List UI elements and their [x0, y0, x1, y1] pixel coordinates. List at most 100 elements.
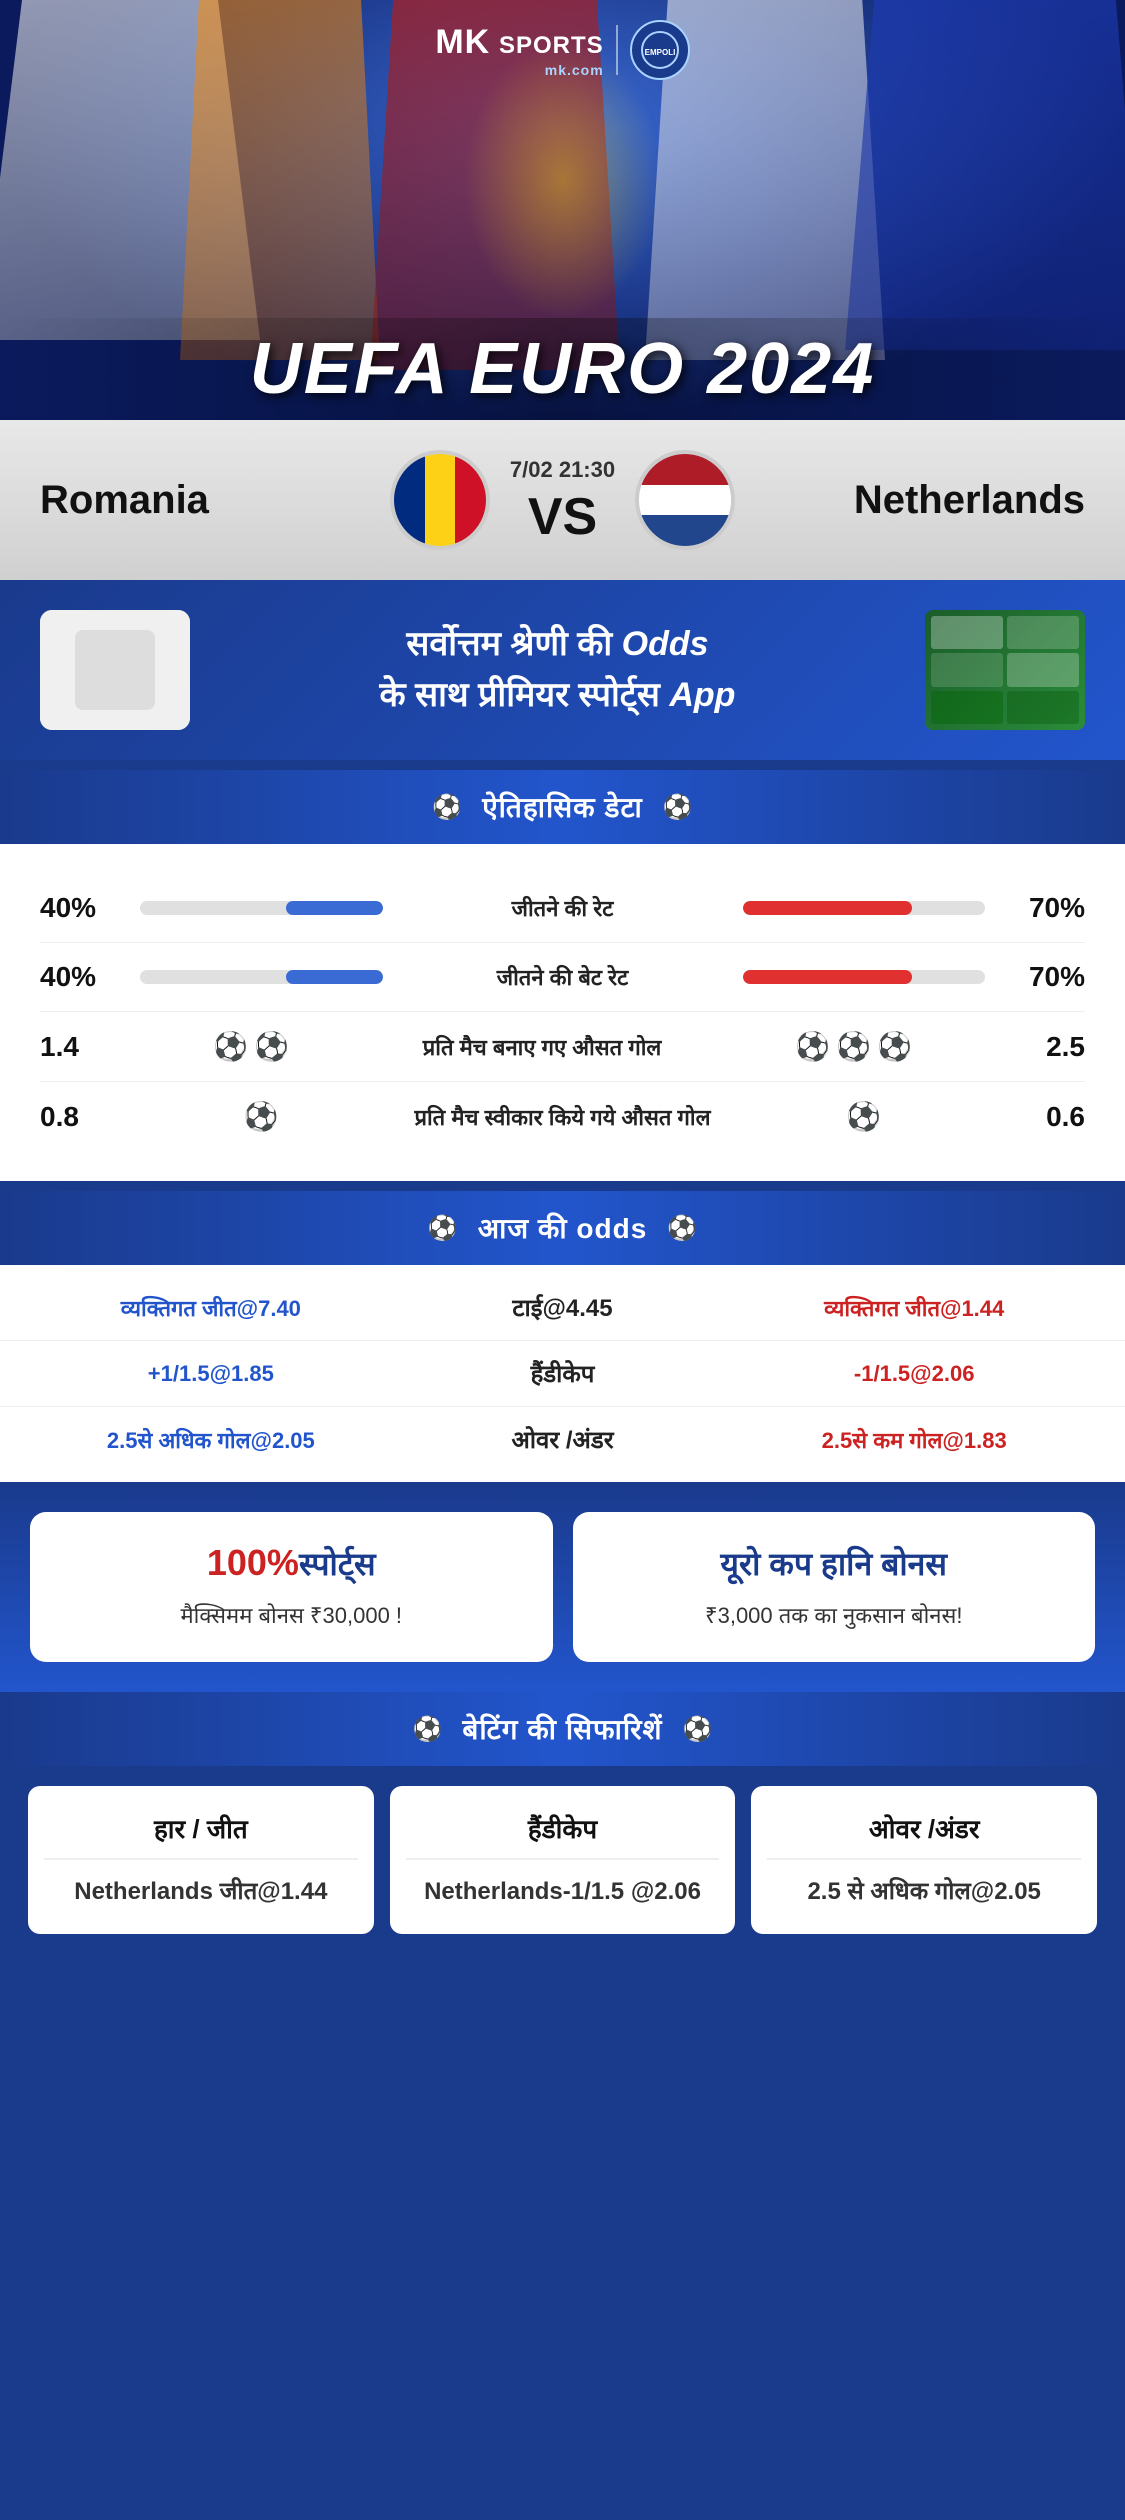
stat-label-3: प्रति मैच बनाए गए औसत गोल [382, 1032, 702, 1062]
stat-label-1: जीतने की रेट [403, 893, 723, 923]
odds-val-blue-2: +1/1.5@1.85 [148, 1361, 274, 1386]
stat-icons-right-4: ⚽ [846, 1100, 881, 1133]
brand-logo: MK SPORTS mk.com EMPOLI [435, 20, 689, 80]
app-promo-qr [40, 610, 190, 730]
stat-row-win-rate: 40% जीतने की रेट 70% [40, 874, 1085, 943]
stat-label-4: प्रति मैच स्वीकार किये गये औसत गोल [403, 1102, 723, 1132]
sports-text: SPORTS [499, 32, 604, 59]
rec-card-value-3: 2.5 से अधिक गोल@2.05 [767, 1874, 1081, 1910]
odds-right-1[interactable]: व्यक्तिगत जीत@1.44 [743, 1293, 1085, 1323]
ball-icon-rec-right: ⚽ [683, 1715, 713, 1744]
flag-yellow-stripe [425, 454, 456, 546]
rec-cards-container: हार / जीत Netherlands जीत@1.44 हैंडीकेप … [0, 1786, 1125, 1934]
stat-left-val-2: 40% [40, 961, 120, 993]
vs-text: VS [528, 491, 597, 543]
euro-title-text: UEFA EURO 2024 [40, 328, 1085, 410]
stat-right-val-4: 0.6 [1005, 1101, 1085, 1133]
ball-icon-b2: ⚽ [244, 1100, 279, 1133]
match-date: 7/02 21:30 [510, 457, 615, 483]
rec-card-title-3: ओवर /अंडर [767, 1810, 1081, 1860]
odds-val-red-2: -1/1.5@2.06 [854, 1361, 975, 1386]
odds-val-blue-3: 2.5से अधिक गोल@2.05 [107, 1428, 315, 1453]
bonus-desc-1: मैक्सिमम बोनस ₹30,000 ! [54, 1599, 529, 1632]
bonus-card-1[interactable]: 100%स्पोर्ट्स मैक्सिमम बोनस ₹30,000 ! [30, 1512, 553, 1662]
flag-red-top [639, 454, 731, 485]
odds-center-2: हैंडीकेप [392, 1357, 734, 1390]
stat-left-val-4: 0.8 [40, 1101, 120, 1133]
match-section: Romania 7/02 21:30 VS Netherlands [0, 420, 1125, 580]
odds-val-red-3: 2.5से कम गोल@1.83 [822, 1428, 1007, 1453]
stat-row-bet-rate: 40% जीतने की बेट रेट 70% [40, 943, 1085, 1012]
stat-left-val-3: 1.4 [40, 1031, 120, 1063]
odds-row-3: 2.5से अधिक गोल@2.05 ओवर /अंडर 2.5से कम ग… [0, 1407, 1125, 1472]
vs-block: 7/02 21:30 VS [510, 457, 615, 543]
odds-right-3[interactable]: 2.5से कम गोल@1.83 [743, 1425, 1085, 1455]
flag-red-stripe [455, 454, 486, 546]
stat-right-val-1: 70% [1005, 892, 1085, 924]
odds-val-red-1: व्यक्तिगत जीत@1.44 [824, 1296, 1004, 1321]
ball-icon-b1: ⚽ [213, 1030, 248, 1063]
rec-card-3: ओवर /अंडर 2.5 से अधिक गोल@2.05 [751, 1786, 1097, 1934]
bar-fill-red-1 [743, 901, 913, 915]
stat-bar-right-1 [743, 901, 986, 915]
odds-left-3[interactable]: 2.5से अधिक गोल@2.05 [40, 1425, 382, 1455]
bar-fill-blue-1 [286, 901, 383, 915]
flag-blue-stripe [394, 454, 425, 546]
app-promo-text-block: सर्वोत्तम श्रेणी की Odds के साथ प्रीमियर… [220, 619, 895, 721]
bonus-card-2[interactable]: यूरो कप हानि बोनस ₹3,000 तक का नुकसान बो… [573, 1512, 1096, 1662]
stat-right-val-2: 70% [1005, 961, 1085, 993]
odds-center-label-3: ओवर /अंडर [511, 1427, 613, 1454]
odds-left-1[interactable]: व्यक्तिगत जीत@7.40 [40, 1293, 382, 1323]
odds-title: आज की odds [478, 1209, 648, 1247]
odds-left-2[interactable]: +1/1.5@1.85 [40, 1361, 382, 1387]
historical-header: ⚽ ऐतिहासिक डेटा ⚽ [0, 770, 1125, 844]
stat-bar-left-1 [140, 901, 383, 915]
hero-section: MK SPORTS mk.com EMPOLI UEFA EURO 2024 [0, 0, 1125, 420]
mk-text: MK [435, 23, 490, 61]
odds-right-2[interactable]: -1/1.5@2.06 [743, 1361, 1085, 1387]
team-left-name: Romania [40, 478, 370, 523]
bonus-percent: 100% [207, 1542, 299, 1583]
stat-icons-left-4: ⚽ [244, 1100, 279, 1133]
rec-card-title-2: हैंडीकेप [406, 1810, 720, 1860]
stat-icons-right-3: ⚽ ⚽ ⚽ [795, 1030, 912, 1063]
bar-fill-red-2 [743, 970, 913, 984]
ball-icon-o1: ⚽ [877, 1030, 912, 1063]
netherlands-flag [635, 450, 735, 550]
ball-icon-right: ⚽ [663, 793, 693, 822]
ball-icon-odds-right: ⚽ [667, 1214, 697, 1243]
flag-blue-bot [639, 515, 731, 546]
rec-card-2: हैंडीकेप Netherlands-1/1.5 @2.06 [390, 1786, 736, 1934]
stats-section: 40% जीतने की रेट 70% 40% जीतने की बेट रे… [0, 844, 1125, 1181]
ball-icon-rec-left: ⚽ [413, 1715, 443, 1744]
odds-row-1: व्यक्तिगत जीत@7.40 टाई@4.45 व्यक्तिगत जी… [0, 1275, 1125, 1341]
ball-icon-r1: ⚽ [254, 1030, 289, 1063]
ball-icon-odds-left: ⚽ [428, 1214, 458, 1243]
odds-header: ⚽ आज की odds ⚽ [0, 1191, 1125, 1265]
odds-center-label-1: टाई@4.45 [512, 1295, 612, 1322]
stat-bar-right-2 [743, 970, 986, 984]
recommendations-header: ⚽ बेटिंग की सिफारिशें ⚽ [0, 1692, 1125, 1766]
romania-flag [390, 450, 490, 550]
rec-card-value-2: Netherlands-1/1.5 @2.06 [406, 1874, 720, 1910]
ball-icon-r4: ⚽ [846, 1100, 881, 1133]
stat-icons-left-3: ⚽ ⚽ [213, 1030, 289, 1063]
recommendations-section: हार / जीत Netherlands जीत@1.44 हैंडीकेप … [0, 1766, 1125, 1964]
promo-line1: सर्वोत्तम श्रेणी की [406, 625, 612, 663]
bottom-space [0, 1964, 1125, 2004]
stat-row-goals-conceded: 0.8 ⚽ प्रति मैच स्वीकार किये गये औसत गोल… [40, 1082, 1085, 1151]
bonus-amount-1: मैक्सिमम बोनस ₹30,000 ! [180, 1603, 402, 1628]
rec-card-title-1: हार / जीत [44, 1810, 358, 1860]
bonus-title-2: यूरो कप हानि बोनस [597, 1542, 1072, 1585]
promo-app: App [669, 676, 735, 714]
logo-divider [616, 25, 618, 75]
team-right-name: Netherlands [755, 478, 1085, 523]
rec-card-value-1: Netherlands जीत@1.44 [44, 1874, 358, 1910]
odds-center-label-2: हैंडीकेप [531, 1361, 595, 1388]
odds-val-blue-1: व्यक्तिगत जीत@7.40 [121, 1296, 301, 1321]
svg-text:EMPOLI: EMPOLI [644, 48, 675, 57]
stat-bar-left-2 [140, 970, 383, 984]
bonus-section: 100%स्पोर्ट्स मैक्सिमम बोनस ₹30,000 ! यू… [0, 1482, 1125, 1692]
mk-com: mk.com [435, 62, 603, 78]
odds-center-1: टाई@4.45 [392, 1291, 734, 1324]
